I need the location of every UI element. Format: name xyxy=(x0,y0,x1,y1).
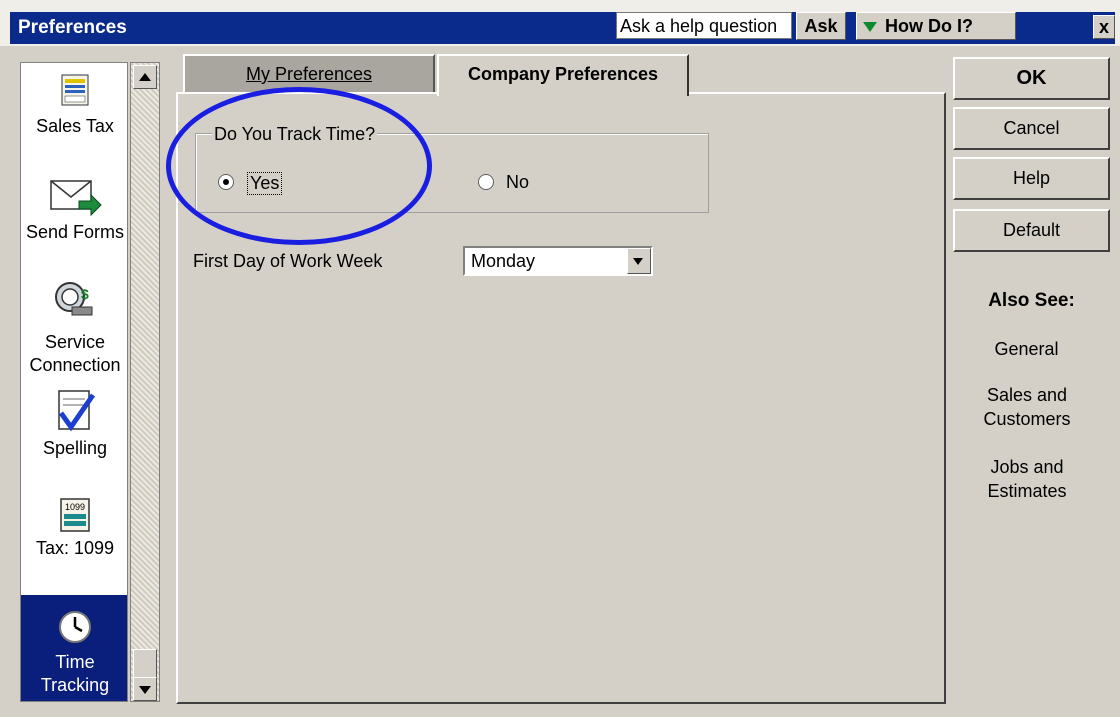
sidebar-item-label: Spelling xyxy=(42,438,108,458)
default-button[interactable]: Default xyxy=(953,209,1110,252)
sidebar-item-spelling[interactable]: Spelling xyxy=(21,387,127,460)
cancel-button[interactable]: Cancel xyxy=(953,107,1110,150)
scroll-down-button[interactable] xyxy=(133,677,157,701)
also-see-title: Also See: xyxy=(988,290,1075,311)
ok-button[interactable]: OK xyxy=(953,57,1110,100)
close-button[interactable]: x xyxy=(1093,15,1115,39)
dropdown-button[interactable] xyxy=(627,248,651,274)
clock-icon xyxy=(59,611,91,643)
dropdown-triangle-icon xyxy=(863,22,877,33)
sidebar-item-label: Time Tracking xyxy=(40,652,110,695)
ask-button[interactable]: Ask xyxy=(796,12,846,40)
radio-no-label[interactable]: No xyxy=(506,172,529,193)
scroll-thumb[interactable] xyxy=(133,649,157,679)
svg-text:$: $ xyxy=(81,286,89,302)
sidebar-item-service-connection[interactable]: $ Service Connection xyxy=(21,275,127,377)
preferences-category-list: Sales Tax Send Forms $ Service Connectio… xyxy=(20,62,128,702)
also-see-sales-and-customers[interactable]: Sales and Customers xyxy=(972,383,1082,431)
tab-company-preferences[interactable]: Company Preferences xyxy=(437,54,689,96)
window-title: Preferences xyxy=(18,17,127,38)
sidebar-item-tax-1099[interactable]: 1099 Tax: 1099 xyxy=(21,497,127,560)
chevron-down-icon xyxy=(633,258,643,265)
sidebar-item-time-tracking[interactable]: Time Tracking xyxy=(21,595,127,701)
work-week-label: First Day of Work Week xyxy=(193,251,383,271)
scroll-up-button[interactable] xyxy=(133,65,157,89)
title-bar-area: Preferences Ask a help question Ask How … xyxy=(0,0,1120,46)
work-week-value: Monday xyxy=(471,251,536,271)
svg-text:1099: 1099 xyxy=(65,502,85,512)
radio-no[interactable] xyxy=(478,174,494,190)
sidebar-scrollbar[interactable] xyxy=(130,62,160,702)
sidebar-item-label: Sales Tax xyxy=(36,116,114,136)
also-see-jobs-and-estimates[interactable]: Jobs and Estimates xyxy=(972,455,1082,503)
sidebar-item-sales-tax[interactable]: Sales Tax xyxy=(21,73,127,138)
radio-yes-label[interactable]: Yes xyxy=(247,172,283,195)
arrow-up-icon xyxy=(139,73,151,81)
how-do-i-label: How Do I? xyxy=(885,16,973,36)
sidebar-item-send-forms[interactable]: Send Forms xyxy=(21,175,127,244)
radio-yes[interactable] xyxy=(218,174,234,190)
sidebar-item-label: Send Forms xyxy=(25,222,125,242)
service-connection-icon: $ xyxy=(55,282,93,316)
tab-label: My Preferences xyxy=(245,64,373,84)
sales-tax-icon xyxy=(61,74,89,106)
track-time-group-label: Do You Track Time? xyxy=(212,124,378,145)
help-question-input[interactable]: Ask a help question xyxy=(616,12,792,39)
how-do-i-button[interactable]: How Do I? xyxy=(856,12,1016,40)
sidebar-item-label: Service Connection xyxy=(29,332,121,375)
tax-1099-icon: 1099 xyxy=(60,498,90,532)
work-week-select[interactable]: Monday xyxy=(463,246,653,276)
sidebar-item-label: Tax: 1099 xyxy=(35,538,115,558)
help-button[interactable]: Help xyxy=(953,157,1110,200)
also-see-general[interactable]: General xyxy=(953,337,1100,361)
envelope-icon xyxy=(50,180,102,217)
spelling-check-icon xyxy=(58,390,96,432)
arrow-down-icon xyxy=(139,686,151,694)
tab-my-preferences[interactable]: My Preferences xyxy=(183,54,435,94)
